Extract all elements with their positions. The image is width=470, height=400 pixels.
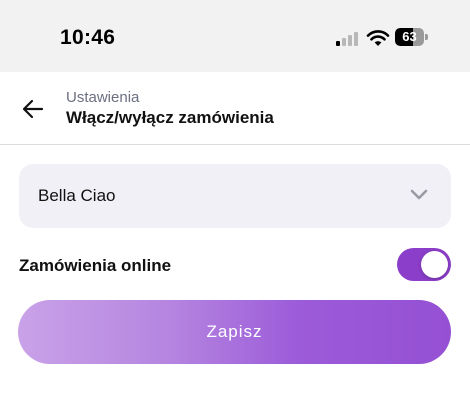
chevron-down-icon bbox=[410, 189, 428, 200]
restaurant-select-value: Bella Ciao bbox=[38, 186, 116, 205]
online-orders-toggle[interactable] bbox=[397, 248, 451, 281]
battery-level: 63 bbox=[402, 29, 417, 44]
header: Ustawienia Włącz/wyłącz zamówienia bbox=[0, 72, 470, 145]
arrow-left-icon bbox=[22, 99, 44, 119]
back-button[interactable] bbox=[14, 90, 52, 128]
online-orders-label: Zamówienia online bbox=[19, 256, 172, 275]
battery-icon: 63 bbox=[395, 28, 429, 46]
signal-icon bbox=[336, 30, 362, 46]
breadcrumb: Ustawienia bbox=[66, 89, 140, 106]
save-button[interactable]: Zapisz bbox=[18, 300, 451, 364]
toggle-knob bbox=[421, 251, 448, 278]
status-time: 10:46 bbox=[60, 26, 116, 49]
page-title: Włącz/wyłącz zamówienia bbox=[66, 108, 274, 127]
wifi-icon bbox=[366, 30, 390, 46]
status-bar: 10:46 63 bbox=[0, 0, 470, 72]
restaurant-select[interactable]: Bella Ciao bbox=[19, 164, 451, 228]
